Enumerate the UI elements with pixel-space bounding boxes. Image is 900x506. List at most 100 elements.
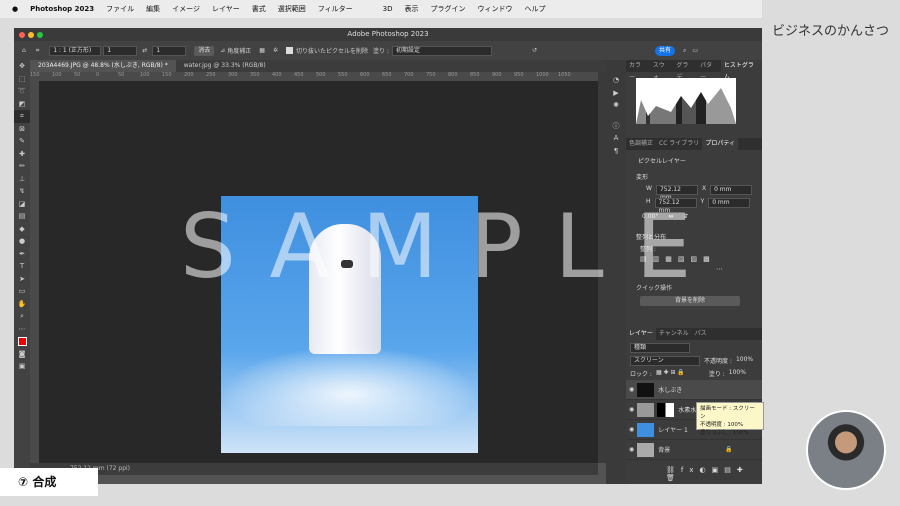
path-select-icon[interactable]: ➤ (14, 273, 30, 286)
ratio-height-field[interactable]: 1 (152, 45, 187, 56)
ratio-width-field[interactable]: 1 (103, 45, 138, 56)
dodge-tool-icon[interactable]: ● (14, 235, 30, 248)
menu-3d[interactable]: 3D (383, 5, 393, 13)
visibility-eye-icon[interactable]: ◉ (629, 426, 634, 433)
reset-icon[interactable]: ↺ (532, 47, 537, 54)
tab-paths[interactable]: パス (692, 328, 710, 340)
tab-gradients[interactable]: グラデ (673, 60, 697, 81)
search-icon[interactable]: ⌕ (683, 47, 686, 55)
history-icon[interactable]: ◔ (606, 74, 626, 87)
menu-select[interactable]: 選択範囲 (278, 4, 306, 14)
menu-type[interactable]: 書式 (252, 4, 266, 14)
ruler-tick: 800 (448, 72, 458, 78)
layer-name[interactable]: レイヤー 1 (658, 425, 688, 434)
tab-properties[interactable]: プロパティ (702, 138, 738, 150)
visibility-eye-icon[interactable]: ◉ (629, 406, 634, 413)
transform-heading[interactable]: 変形 (626, 165, 762, 181)
crop-tool-icon[interactable]: ⌗ (14, 110, 30, 123)
history-brush-icon[interactable]: ↯ (14, 185, 30, 198)
menu-view[interactable]: 表示 (404, 4, 418, 14)
menu-edit[interactable]: 編集 (146, 4, 160, 14)
close-window-button[interactable] (19, 32, 25, 38)
menu-window[interactable]: ウィンドウ (477, 4, 512, 14)
frame-tool-icon[interactable]: ⊠ (14, 123, 30, 136)
swap-icon[interactable]: ⇄ (142, 47, 147, 54)
character-icon[interactable]: A (606, 132, 626, 145)
paragraph-icon[interactable]: ¶ (606, 145, 626, 158)
lasso-tool-icon[interactable]: ➰ (14, 85, 30, 98)
menu-file[interactable]: ファイル (106, 4, 134, 14)
opacity-value[interactable]: 100% (736, 356, 753, 366)
marquee-tool-icon[interactable]: ⬚ (14, 73, 30, 86)
rectangle-tool-icon[interactable]: ▭ (14, 285, 30, 298)
brush-tool-icon[interactable]: ✏ (14, 160, 30, 173)
visibility-eye-icon[interactable]: ◉ (629, 386, 634, 393)
eyedropper-tool-icon[interactable]: ✎ (14, 135, 30, 148)
share-button[interactable]: 共有 (654, 45, 675, 56)
quick-mask-icon[interactable]: ◙ (14, 348, 30, 361)
color-swatch-icon[interactable] (14, 335, 30, 348)
home-icon[interactable]: ⌂ (22, 47, 26, 54)
layer-name[interactable]: 背景 (658, 445, 670, 454)
menu-image[interactable]: イメージ (172, 4, 200, 14)
x-field[interactable]: 0 mm (710, 185, 753, 195)
tab-histogram[interactable]: ヒストグラム (720, 60, 763, 81)
tab-layers[interactable]: レイヤー (626, 328, 656, 340)
menu-help[interactable]: ヘルプ (524, 4, 545, 14)
ruler-tick: 850 (470, 72, 480, 78)
layer-row-background[interactable]: ◉ 背景 🔒 (626, 440, 762, 460)
minimize-window-button[interactable] (28, 32, 34, 38)
eraser-tool-icon[interactable]: ◪ (14, 198, 30, 211)
tab-channels[interactable]: チャンネル (656, 328, 692, 340)
layer-name[interactable]: 水しぶき (658, 385, 682, 394)
workspace-icon[interactable]: ▭ (692, 47, 698, 54)
clear-button[interactable]: 消去 (194, 45, 215, 56)
blur-tool-icon[interactable]: ◆ (14, 223, 30, 236)
layer-kind-filter[interactable]: 種類 (630, 343, 690, 353)
brush-settings-icon[interactable]: ✺ (606, 99, 626, 112)
zoom-window-button[interactable] (37, 32, 43, 38)
apple-icon[interactable]: ● (12, 5, 18, 13)
zoom-tool-icon[interactable]: ⌕ (14, 310, 30, 323)
pen-tool-icon[interactable]: ✒ (14, 248, 30, 261)
healing-tool-icon[interactable]: ✚ (14, 148, 30, 161)
type-tool-icon[interactable]: T (14, 260, 30, 273)
app-menu[interactable]: Photoshop 2023 (30, 5, 94, 13)
fill-select[interactable]: 初期設定 (391, 45, 492, 56)
settings-icon[interactable]: ✲ (273, 47, 278, 54)
tab-cc-libraries[interactable]: CC ライブラリ (656, 138, 702, 150)
visibility-eye-icon[interactable]: ◉ (629, 446, 634, 453)
menu-layer[interactable]: レイヤー (212, 4, 240, 14)
more-tools-icon[interactable]: ⋯ (14, 323, 30, 336)
hand-tool-icon[interactable]: ✋ (14, 298, 30, 311)
tab-color[interactable]: カラー (626, 60, 650, 81)
ratio-select[interactable]: 1 : 1 (正方形) (49, 45, 102, 56)
screen-mode-icon[interactable]: ▣ (14, 360, 30, 373)
stamp-tool-icon[interactable]: ⊥ (14, 173, 30, 186)
tab-water[interactable]: water.jpg @ 33.3% (RGB/8) (176, 60, 274, 72)
document-tabs: 203A4469.JPG @ 48.8% (水しぶき, RGB/8) * wat… (30, 60, 610, 72)
layer-name[interactable]: 水素水 (678, 405, 696, 414)
layer-footer-icons[interactable]: ⛓fx◐▣▤✚🗑 (626, 460, 762, 482)
grid-overlay-icon[interactable]: ▦ (259, 47, 265, 54)
lock-icons[interactable]: ▦ ✚ ⊞ 🔒 (656, 369, 685, 378)
tab-swatches[interactable]: スウォ (650, 60, 674, 81)
crop-tool-icon[interactable]: ⌗ (36, 47, 39, 55)
gradient-tool-icon[interactable]: ▤ (14, 210, 30, 223)
fill-value[interactable]: 100% (729, 369, 746, 378)
blend-mode-select[interactable]: スクリーン (630, 356, 700, 366)
straighten-icon[interactable]: ⊿ (220, 47, 225, 54)
object-select-tool-icon[interactable]: ◩ (14, 98, 30, 111)
straighten-label[interactable]: 角度補正 (227, 46, 251, 55)
menu-filter[interactable]: フィルター (318, 4, 353, 14)
tab-patterns[interactable]: パター (697, 60, 721, 81)
menu-plugins[interactable]: プラグイン (430, 4, 465, 14)
move-tool-icon[interactable]: ✥ (14, 60, 30, 73)
width-field[interactable]: 752.12 mm (655, 185, 698, 201)
info-icon[interactable]: ⓘ (606, 120, 626, 133)
layer-row-splash[interactable]: ◉ 水しぶき (626, 380, 762, 400)
delete-cropped-checkbox[interactable] (286, 47, 293, 54)
tab-203A4469[interactable]: 203A4469.JPG @ 48.8% (水しぶき, RGB/8) * (30, 60, 176, 72)
tab-adjustments[interactable]: 色調補正 (626, 138, 656, 150)
actions-icon[interactable]: ▶ (606, 87, 626, 100)
